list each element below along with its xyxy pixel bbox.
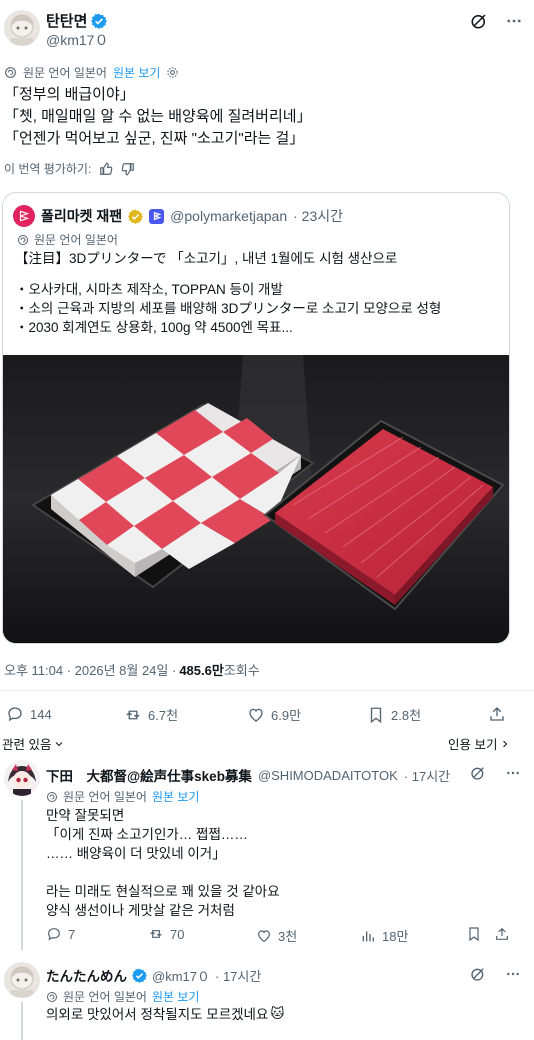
views-count: 485.6만 bbox=[179, 663, 224, 678]
more-icon[interactable] bbox=[505, 765, 521, 781]
repost-button[interactable]: 6.7천 bbox=[124, 705, 178, 724]
share-icon[interactable] bbox=[494, 926, 510, 942]
translate-icon bbox=[17, 234, 29, 246]
reply-icon bbox=[8, 707, 22, 722]
translate-icon bbox=[46, 791, 58, 803]
quoted-translation-note: 원문 언어 일본어 bbox=[34, 233, 118, 247]
grok-icon[interactable] bbox=[470, 966, 486, 982]
reply1-like-button[interactable]: 3천 bbox=[256, 926, 297, 945]
translate-icon bbox=[4, 66, 17, 79]
reply-icon bbox=[48, 928, 60, 941]
reply2-text: 의외로 맛있어서 정착될지도 모르겠네요 🐱 bbox=[46, 1006, 285, 1022]
chevron-right-icon bbox=[499, 738, 511, 750]
verified-badge-icon bbox=[91, 13, 108, 29]
reply1-text: 만약 잘못되면 「이게 진짜 소고기인가… 쩝쩝…… …… 배양육이 더 맛있네… bbox=[46, 808, 280, 918]
reply1-repost-button[interactable]: 70 bbox=[148, 926, 184, 942]
translation-note: 원문 언어 일본어 bbox=[23, 66, 107, 80]
post-text: 「정부의 배급이야」 「쳇, 매일매일 알 수 없는 배양육에 질려버리네」 「… bbox=[4, 86, 312, 147]
quoted-photo[interactable] bbox=[3, 355, 509, 643]
quoted-author-name: 폴리마켓 재팬 bbox=[41, 208, 123, 224]
cat-emoji: 🐱 bbox=[270, 1006, 285, 1022]
bookmark-button[interactable]: 2.8천 bbox=[367, 705, 421, 724]
verified-badge-icon bbox=[128, 209, 144, 224]
verified-badge-icon bbox=[132, 968, 147, 983]
quoted-text: 【注目】3Dプリンターで 「소고기」, 내년 1월에도 시험 생산으로 ・오사카… bbox=[15, 251, 442, 335]
view-original-link[interactable]: 원본 보기 bbox=[113, 64, 161, 81]
reply1-reply-button[interactable]: 7 bbox=[46, 926, 75, 942]
more-icon[interactable] bbox=[505, 966, 521, 982]
bookmark-icon bbox=[370, 707, 382, 723]
reply1-time: · 17시간 bbox=[403, 768, 451, 784]
like-icon bbox=[258, 929, 270, 942]
repost-icon bbox=[126, 710, 140, 719]
grok-icon[interactable] bbox=[470, 765, 486, 781]
views-icon bbox=[362, 930, 374, 941]
quoted-handle: @polymarketjapan bbox=[170, 208, 288, 224]
thread-line bbox=[21, 1002, 23, 1040]
reply1-avatar[interactable] bbox=[4, 760, 40, 796]
reply-button[interactable]: 144 bbox=[6, 705, 52, 723]
thread-line bbox=[21, 800, 23, 950]
affiliate-badge-icon bbox=[149, 208, 165, 224]
rate-translation-label: 이 번역 평가하기: bbox=[4, 162, 92, 176]
grok-icon[interactable] bbox=[470, 12, 488, 30]
thumbs-up-icon[interactable] bbox=[99, 162, 113, 176]
view-quotes-link[interactable]: 인용 보기 bbox=[448, 734, 511, 753]
view-original-link[interactable]: 원본 보기 bbox=[152, 788, 200, 805]
avatar[interactable] bbox=[4, 10, 40, 46]
author-handle[interactable]: @km17０ bbox=[46, 30, 108, 50]
share-icon[interactable] bbox=[488, 705, 506, 723]
like-button[interactable]: 6.9만 bbox=[247, 705, 301, 724]
reply1-handle[interactable]: @SHIMODADAITOTOK bbox=[258, 768, 398, 783]
translate-icon bbox=[46, 991, 58, 1003]
thumbs-down-icon[interactable] bbox=[121, 162, 135, 176]
quoted-avatar bbox=[13, 205, 35, 227]
quoted-time: · 23시간 bbox=[293, 208, 343, 224]
reply2-avatar[interactable] bbox=[4, 962, 40, 998]
reply1-views-button[interactable]: 18만 bbox=[360, 926, 408, 945]
more-icon[interactable] bbox=[505, 12, 523, 30]
reply2-handle[interactable]: @km17０ bbox=[152, 966, 210, 985]
view-original-link[interactable]: 원본 보기 bbox=[152, 988, 200, 1005]
post-meta: 오후 11:04 · 2026년 8월 24일 · 485.6만 조회수 bbox=[4, 660, 260, 679]
bookmark-icon[interactable] bbox=[466, 926, 482, 942]
reply2-author-name[interactable]: たんたんめん bbox=[46, 965, 127, 985]
reply1-author-name[interactable]: 下田 大都督@絵声仕事skeb募集 bbox=[46, 765, 252, 785]
settings-icon[interactable] bbox=[166, 66, 179, 79]
related-filter[interactable]: 관련 있음 bbox=[2, 734, 65, 753]
views-label: 조회수 bbox=[223, 663, 260, 678]
timestamp[interactable]: 오후 11:04 · 2026년 8월 24일 · bbox=[4, 660, 176, 679]
chevron-down-icon bbox=[53, 738, 65, 750]
author-name[interactable]: 탄탄면 bbox=[46, 10, 87, 31]
reply2-time: · 17시간 bbox=[215, 968, 262, 984]
repost-icon bbox=[150, 930, 162, 938]
like-icon bbox=[249, 708, 263, 722]
quoted-post-card[interactable]: 폴리마켓 재팬 @polymarketjapan · 23시간 원문 언어 일본… bbox=[2, 192, 510, 644]
